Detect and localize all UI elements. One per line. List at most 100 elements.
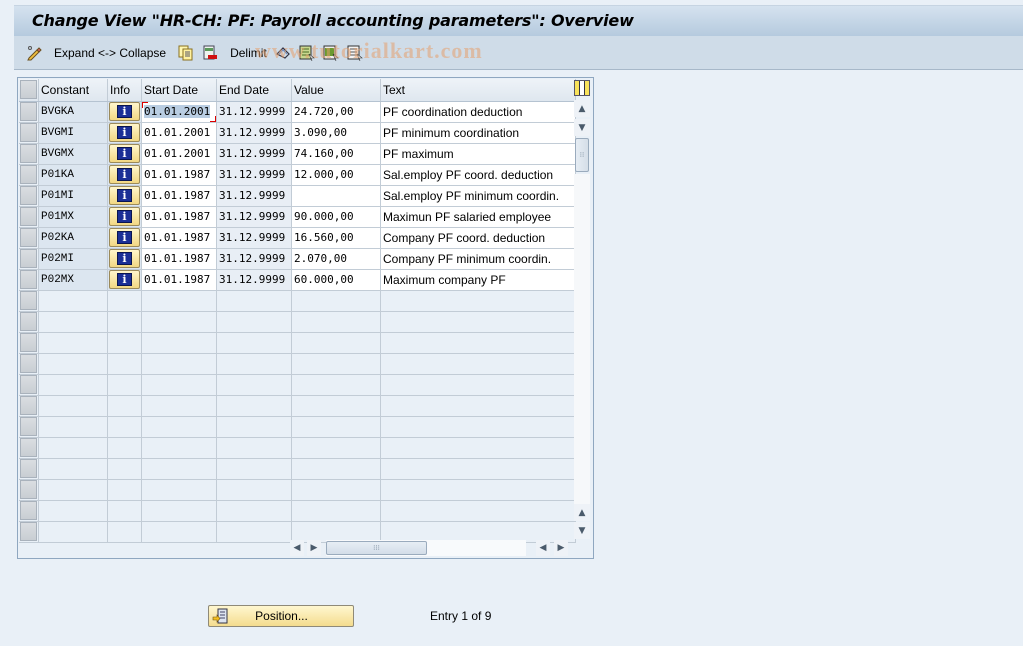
text-field[interactable]: PF coordination deduction: [380, 101, 576, 123]
text-field[interactable]: PF maximum: [380, 143, 576, 165]
vertical-scroll-thumb[interactable]: ⁞⁞: [575, 138, 589, 172]
info-icon: i: [117, 189, 132, 202]
row-selector[interactable]: [19, 143, 39, 165]
value-field[interactable]: [291, 185, 381, 207]
horizontal-scrollbar[interactable]: ◀ ▶ ⁞⁞⁞ ◀ ▶: [288, 540, 578, 556]
info-button[interactable]: i: [109, 165, 140, 184]
text-field[interactable]: PF minimum coordination: [380, 122, 576, 144]
scroll-up-button[interactable]: ▲: [574, 100, 590, 117]
info-button[interactable]: i: [109, 144, 140, 163]
start-date-field[interactable]: 01.01.2001: [141, 101, 217, 123]
table-row: BVGMI i 01.01.2001 31.12.9999 3.090,00 PF min…: [19, 122, 576, 144]
copy-button[interactable]: [178, 45, 194, 61]
start-date-field[interactable]: 01.01.2001: [141, 122, 217, 144]
scroll-column-right-button[interactable]: ▶: [554, 540, 568, 556]
row-selector[interactable]: [19, 458, 39, 480]
edit-toggle-button[interactable]: [26, 45, 42, 61]
start-date-field[interactable]: 01.01.1987: [141, 206, 217, 228]
row-selector[interactable]: [19, 500, 39, 522]
select-all-rows-button[interactable]: [19, 79, 39, 102]
entry-status: Entry 1 of 9: [430, 609, 492, 623]
info-button[interactable]: i: [109, 270, 140, 289]
row-selector[interactable]: [19, 269, 39, 291]
empty-cell: [107, 353, 142, 375]
position-icon: [212, 608, 228, 624]
vertical-scrollbar[interactable]: ▲ ▼ ⁞⁞ ▲ ▼: [574, 100, 590, 540]
end-date-cell: 31.12.9999: [216, 185, 292, 207]
text-field[interactable]: Company PF minimum coordin.: [380, 248, 576, 270]
row-selector[interactable]: [19, 164, 39, 186]
constant-cell: BVGMI: [38, 122, 108, 144]
empty-table-row: [19, 500, 576, 522]
column-configuration-icon[interactable]: [574, 80, 590, 96]
value-field[interactable]: 3.090,00: [291, 122, 381, 144]
text-field[interactable]: Sal.employ PF minimum coordin.: [380, 185, 576, 207]
row-selector[interactable]: [19, 122, 39, 144]
scroll-right-button[interactable]: ▶: [307, 540, 321, 556]
empty-cell: [107, 290, 142, 312]
value-field[interactable]: 90.000,00: [291, 206, 381, 228]
info-button[interactable]: i: [109, 228, 140, 247]
info-button[interactable]: i: [109, 102, 140, 121]
start-date-field[interactable]: 01.01.1987: [141, 248, 217, 270]
empty-cell: [216, 353, 292, 375]
empty-cell: [38, 500, 108, 522]
row-selector[interactable]: [19, 374, 39, 396]
scroll-down-button[interactable]: ▼: [574, 119, 590, 136]
delete-row-button[interactable]: [202, 45, 218, 61]
start-date-field[interactable]: 01.01.2001: [141, 143, 217, 165]
info-button[interactable]: i: [109, 123, 140, 142]
start-date-field[interactable]: 01.01.1987: [141, 164, 217, 186]
row-selector[interactable]: [19, 353, 39, 375]
value-field[interactable]: 74.160,00: [291, 143, 381, 165]
value-field[interactable]: 2.070,00: [291, 248, 381, 270]
column-header-end-date[interactable]: End Date: [216, 79, 292, 102]
scroll-column-left-button[interactable]: ◀: [536, 540, 550, 556]
row-selector[interactable]: [19, 227, 39, 249]
horizontal-scroll-thumb[interactable]: ⁞⁞⁞: [326, 541, 427, 555]
text-field[interactable]: Maximun PF salaried employee: [380, 206, 576, 228]
row-selector[interactable]: [19, 248, 39, 270]
empty-cell: [291, 416, 381, 438]
scroll-page-down-button[interactable]: ▼: [574, 522, 590, 539]
column-header-text[interactable]: Text: [380, 79, 576, 102]
column-header-value[interactable]: Value: [291, 79, 381, 102]
start-date-field[interactable]: 01.01.1987: [141, 227, 217, 249]
info-button[interactable]: i: [109, 207, 140, 226]
position-button[interactable]: Position...: [208, 605, 354, 627]
value-field[interactable]: 16.560,00: [291, 227, 381, 249]
info-button[interactable]: i: [109, 249, 140, 268]
row-selector[interactable]: [19, 437, 39, 459]
value-field[interactable]: 12.000,00: [291, 164, 381, 186]
column-header-constant[interactable]: Constant: [38, 79, 108, 102]
row-selector[interactable]: [19, 101, 39, 123]
text-field[interactable]: Company PF coord. deduction: [380, 227, 576, 249]
row-selector[interactable]: [19, 332, 39, 354]
row-selector[interactable]: [19, 206, 39, 228]
horizontal-scroll-track[interactable]: ⁞⁞⁞: [326, 540, 526, 556]
row-selector[interactable]: [19, 311, 39, 333]
vertical-scroll-track[interactable]: [574, 174, 590, 514]
expand-collapse-button[interactable]: Expand <-> Collapse: [50, 46, 166, 60]
row-selector[interactable]: [19, 290, 39, 312]
value-field[interactable]: 60.000,00: [291, 269, 381, 291]
row-selector[interactable]: [19, 416, 39, 438]
table-row: BVGKA i 01.01.2001 31.12.9999 24.720,00 PF co…: [19, 101, 576, 123]
scroll-page-up-button[interactable]: ▲: [574, 504, 590, 521]
row-selector[interactable]: [19, 521, 39, 543]
scroll-left-button[interactable]: ◀: [290, 540, 304, 556]
row-selector[interactable]: [19, 479, 39, 501]
text-field[interactable]: Maximum company PF: [380, 269, 576, 291]
empty-cell: [141, 332, 217, 354]
info-icon: i: [117, 252, 132, 265]
empty-table-row: [19, 290, 576, 312]
value-field[interactable]: 24.720,00: [291, 101, 381, 123]
start-date-field[interactable]: 01.01.1987: [141, 185, 217, 207]
start-date-field[interactable]: 01.01.1987: [141, 269, 217, 291]
info-button[interactable]: i: [109, 186, 140, 205]
row-selector[interactable]: [19, 185, 39, 207]
column-header-info[interactable]: Info: [107, 79, 142, 102]
row-selector[interactable]: [19, 395, 39, 417]
column-header-start-date[interactable]: Start Date: [141, 79, 217, 102]
text-field[interactable]: Sal.employ PF coord. deduction: [380, 164, 576, 186]
